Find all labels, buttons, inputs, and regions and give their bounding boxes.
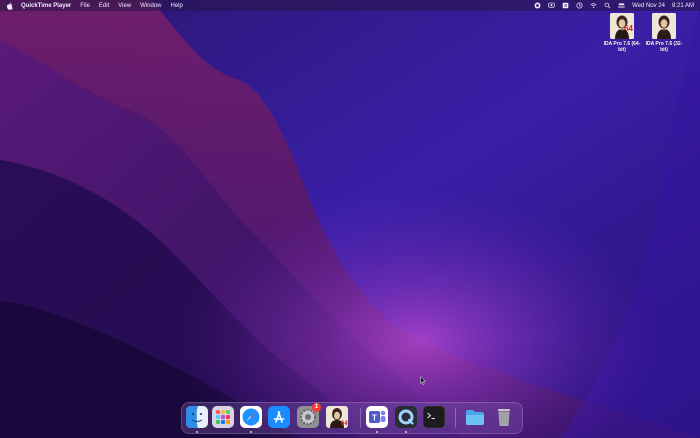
svg-text:S: S xyxy=(564,3,567,8)
menu-app-name[interactable]: QuickTime Player xyxy=(21,3,71,9)
dock-folder-icon[interactable] xyxy=(464,406,486,428)
desktop-icon-ida-32[interactable]: IDA Pro 7.6 (32-bit) xyxy=(642,13,686,53)
dock-separator xyxy=(360,408,361,428)
apple-icon[interactable] xyxy=(6,1,13,10)
svg-text:T: T xyxy=(372,414,377,423)
ida-portrait-icon: 64 xyxy=(610,13,634,39)
running-indicator xyxy=(196,431,198,433)
svg-text:64: 64 xyxy=(341,421,348,427)
dock-ida-icon[interactable]: 64 xyxy=(326,406,348,428)
dock-trash-icon[interactable] xyxy=(493,406,515,428)
menu-help[interactable]: Help xyxy=(171,3,183,9)
menu-bar: QuickTime Player File Edit View Window H… xyxy=(0,0,700,11)
record-icon[interactable] xyxy=(534,2,541,9)
dock-safari-icon[interactable] xyxy=(240,406,262,428)
desktop-wallpaper xyxy=(0,0,700,438)
wifi-icon[interactable] xyxy=(590,2,597,9)
mouse-cursor-icon xyxy=(420,376,426,385)
menu-file[interactable]: File xyxy=(80,3,90,9)
ida-64-overlay-label: 64 xyxy=(624,24,633,33)
dock-quicktime-icon[interactable] xyxy=(395,406,417,428)
dock-separator xyxy=(455,408,456,428)
dock-teams-icon[interactable]: T xyxy=(366,406,388,428)
ida-portrait-icon xyxy=(652,13,676,39)
menu-window[interactable]: Window xyxy=(140,3,161,9)
running-indicator xyxy=(405,431,407,433)
running-indicator xyxy=(250,431,252,433)
desktop-icon-label: IDA Pro 7.6 (32-bit) xyxy=(645,41,683,53)
keyboard-icon[interactable]: S xyxy=(562,2,569,9)
menu-edit[interactable]: Edit xyxy=(99,3,109,9)
menu-time[interactable]: 8:21 AM xyxy=(672,3,694,9)
control-icon[interactable] xyxy=(576,2,583,9)
dock-finder-icon[interactable] xyxy=(186,406,208,428)
screen-record-icon[interactable] xyxy=(548,2,555,9)
search-icon[interactable] xyxy=(604,2,611,9)
running-indicator xyxy=(376,431,378,433)
dock-app-store-icon[interactable] xyxy=(268,406,290,428)
control-center-icon[interactable] xyxy=(618,2,625,9)
menu-date[interactable]: Wed Nov 24 xyxy=(632,3,665,9)
desktop-icon-label: IDA Pro 7.6 (64-bit) xyxy=(603,41,641,53)
dock-launchpad-icon[interactable] xyxy=(212,406,234,428)
desktop-icon-ida-64[interactable]: 64 IDA Pro 7.6 (64-bit) xyxy=(600,13,644,53)
notification-badge: 1 xyxy=(312,403,321,412)
menu-bar-status-area: S Wed Nov 24 8:21 AM xyxy=(534,0,694,11)
menu-view[interactable]: View xyxy=(118,3,131,9)
dock-terminal-icon[interactable] xyxy=(423,406,445,428)
